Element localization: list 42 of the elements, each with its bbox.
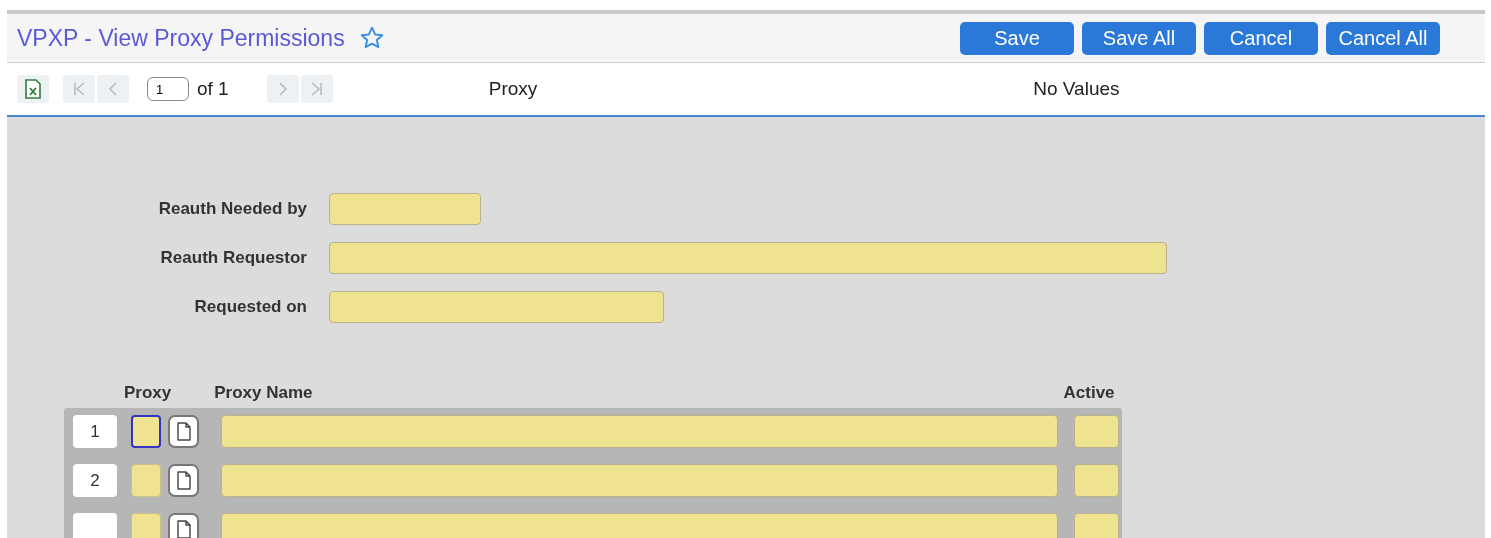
row-number [73,513,117,538]
spreadsheet-icon[interactable] [17,75,49,103]
input-field[interactable] [329,291,664,323]
proxy-field[interactable] [131,415,161,448]
row-number: 2 [73,464,117,497]
column-header: Active [1063,383,1115,403]
document-icon[interactable] [168,464,199,497]
action-button[interactable]: Save [960,21,1074,55]
action-button[interactable]: Save All [1082,21,1196,55]
proxy-name-field[interactable] [221,513,1058,538]
column-header: Proxy Name [214,383,313,403]
page-count: of 1 [197,78,229,100]
status-text: No Values [1033,78,1120,100]
active-field[interactable] [1074,464,1119,497]
proxy-field[interactable] [131,464,161,497]
block-label: Proxy [488,78,538,100]
star-icon[interactable] [358,25,385,51]
next-page-button[interactable] [266,75,299,103]
field-label: Reauth Needed by [157,199,307,219]
page-title: VPXP - View Proxy Permissions [17,24,345,52]
action-button[interactable]: Cancel [1204,21,1318,55]
row-number: 1 [73,415,117,448]
active-field[interactable] [1074,415,1119,448]
proxy-name-field[interactable] [221,464,1058,497]
action-button[interactable]: Cancel All [1326,21,1440,55]
document-icon[interactable] [168,513,199,538]
active-field[interactable] [1074,513,1119,538]
proxy-field[interactable] [131,513,161,538]
input-field[interactable] [329,242,1167,274]
field-label: Reauth Requestor [159,248,307,268]
input-field[interactable] [329,193,481,225]
column-header: Proxy [124,383,172,403]
chevron-left-icon [106,81,120,97]
previous-page-button[interactable] [97,75,129,103]
field-label: Requested on [193,297,307,317]
first-page-icon [72,81,86,97]
last-page-icon [309,81,324,97]
proxy-name-field[interactable] [221,415,1058,448]
document-icon[interactable] [168,415,199,448]
first-page-button[interactable] [63,75,95,103]
last-page-button[interactable] [300,75,333,103]
page-input[interactable]: 1 [147,77,189,101]
